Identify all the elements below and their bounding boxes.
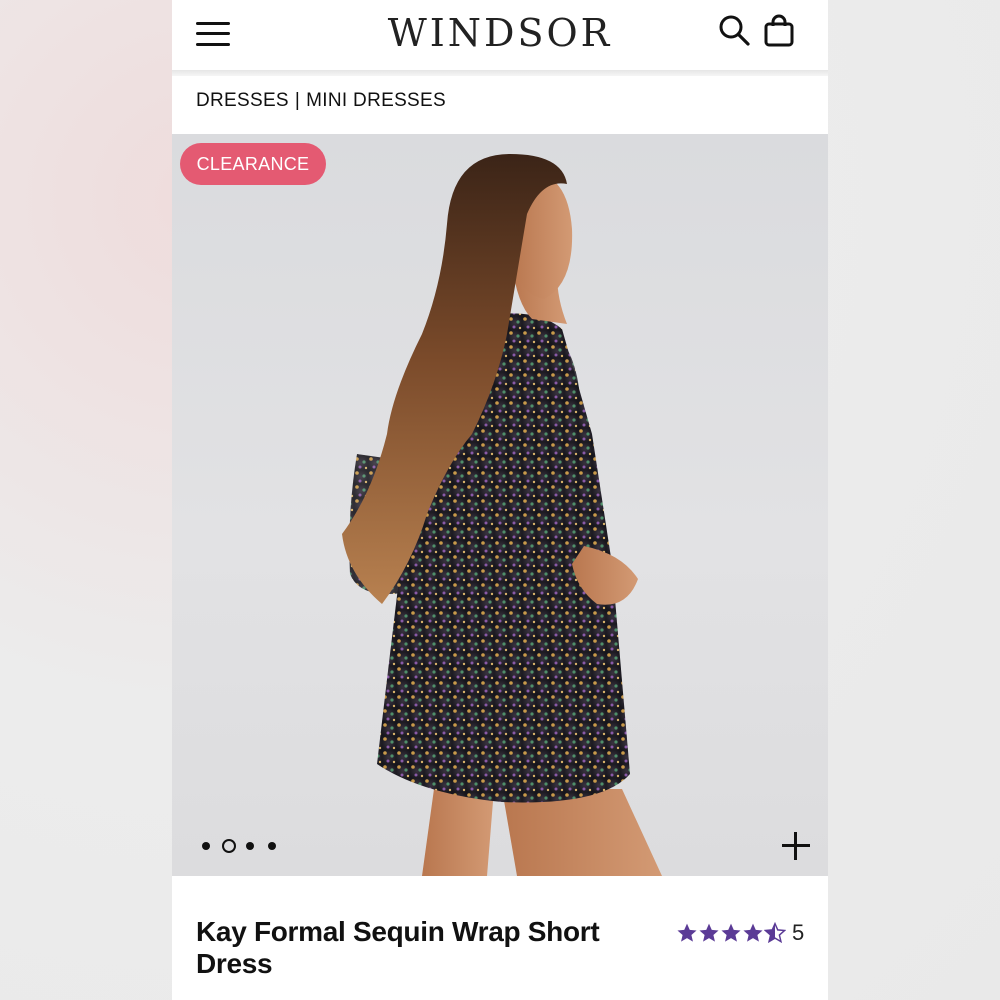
breadcrumb-mini-dresses[interactable]: MINI DRESSES [306, 90, 446, 111]
product-page: WINDSOR DRESSES | MINI DRESSES CLEARANCE… [172, 0, 828, 1000]
breadcrumb-separator: | [294, 90, 301, 111]
site-header: WINDSOR [172, 0, 828, 70]
product-photo [342, 154, 662, 876]
shopping-bag-icon[interactable] [764, 14, 794, 48]
review-count[interactable]: 5 [792, 920, 804, 946]
star-full-icon [677, 923, 697, 942]
star-full-icon [743, 923, 763, 942]
product-title: Kay Formal Sequin Wrap Short Dress [196, 916, 600, 979]
pagination-dot-4[interactable] [268, 842, 276, 850]
search-icon[interactable] [718, 14, 752, 48]
pagination-dot-3[interactable] [246, 842, 254, 850]
star-full-icon [699, 923, 719, 942]
header-divider [172, 70, 828, 76]
clearance-badge: CLEARANCE [180, 143, 326, 185]
star-full-icon [721, 923, 741, 942]
plus-icon[interactable] [780, 830, 812, 862]
star-half-icon [764, 922, 786, 944]
product-image-gallery[interactable]: CLEARANCE [172, 134, 828, 876]
breadcrumb-dresses[interactable]: DRESSES [196, 90, 289, 111]
breadcrumb: DRESSES | MINI DRESSES [196, 90, 446, 112]
pagination-dot-2-active[interactable] [222, 839, 236, 853]
pagination-dot-1[interactable] [202, 842, 210, 850]
